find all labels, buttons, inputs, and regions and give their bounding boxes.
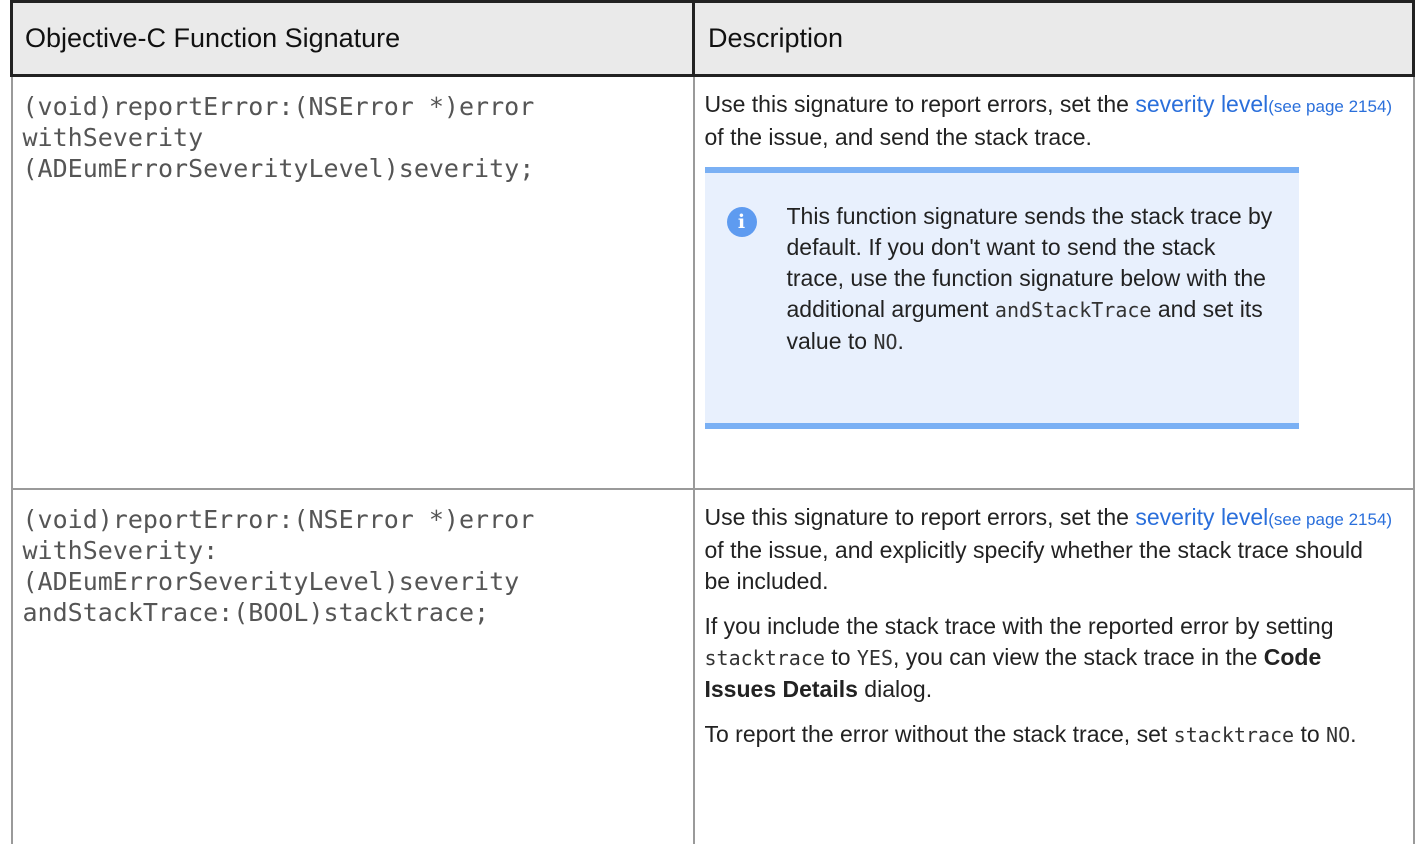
signature-table: Objective-C Function Signature Descripti… xyxy=(10,0,1415,844)
description-paragraph: If you include the stack trace with the … xyxy=(705,611,1393,705)
inline-code: stacktrace xyxy=(1173,723,1295,747)
severity-level-link[interactable]: severity level(see page 2154) xyxy=(1135,504,1392,530)
info-note-text: This function signature sends the stack … xyxy=(787,201,1275,358)
inline-code: YES xyxy=(856,646,894,670)
info-icon: i xyxy=(726,207,757,237)
description-text: , you can view the stack trace in the xyxy=(893,644,1264,670)
inline-code: andStackTrace xyxy=(994,298,1152,322)
description-text: Use this signature to report errors, set… xyxy=(704,504,1136,530)
function-signature: (void)reportError:(NSError *)error withS… xyxy=(22,505,535,627)
table-header-row: Objective-C Function Signature Descripti… xyxy=(10,0,1415,77)
description-text: Use this signature to report errors, set… xyxy=(704,91,1136,117)
page-reference[interactable]: (see page 2154) xyxy=(1268,510,1392,529)
description-cell: Use this signature to report errors, set… xyxy=(695,490,1413,751)
inline-code: stacktrace xyxy=(704,646,825,670)
description-text: To report the error without the stack tr… xyxy=(704,721,1174,747)
column-header-description: Description xyxy=(692,0,1415,77)
description-text: If you include the stack trace with the … xyxy=(704,613,1334,639)
table-row: (void)reportError:(NSError *)error withS… xyxy=(10,75,1415,490)
inline-code: NO xyxy=(1326,723,1351,747)
table-row: (void)reportError:(NSError *)error withS… xyxy=(10,489,1415,844)
severity-level-link[interactable]: severity level(see page 2154) xyxy=(1135,91,1392,117)
info-note: i This function signature sends the stac… xyxy=(704,167,1299,429)
function-signature: (void)reportError:(NSError *)error withS… xyxy=(22,92,535,183)
description-text: of the issue, and explicitly specify whe… xyxy=(704,537,1363,594)
page-reference[interactable]: (see page 2154) xyxy=(1268,97,1392,116)
description-text: . xyxy=(1350,721,1357,747)
description-cell: Use this signature to report errors, set… xyxy=(695,77,1413,429)
description-text: to xyxy=(824,644,857,670)
inline-code: NO xyxy=(873,330,898,354)
note-text: . xyxy=(897,328,904,354)
column-header-signature: Objective-C Function Signature xyxy=(10,0,695,77)
description-text: to xyxy=(1294,721,1327,747)
description-paragraph: Use this signature to report errors, set… xyxy=(705,502,1393,597)
description-text: of the issue, and send the stack trace. xyxy=(704,124,1092,150)
link-text[interactable]: severity level xyxy=(1135,504,1268,530)
link-text[interactable]: severity level xyxy=(1135,91,1268,117)
description-paragraph: To report the error without the stack tr… xyxy=(705,719,1393,751)
description-text: dialog. xyxy=(857,676,933,702)
description-paragraph: Use this signature to report errors, set… xyxy=(705,89,1393,153)
